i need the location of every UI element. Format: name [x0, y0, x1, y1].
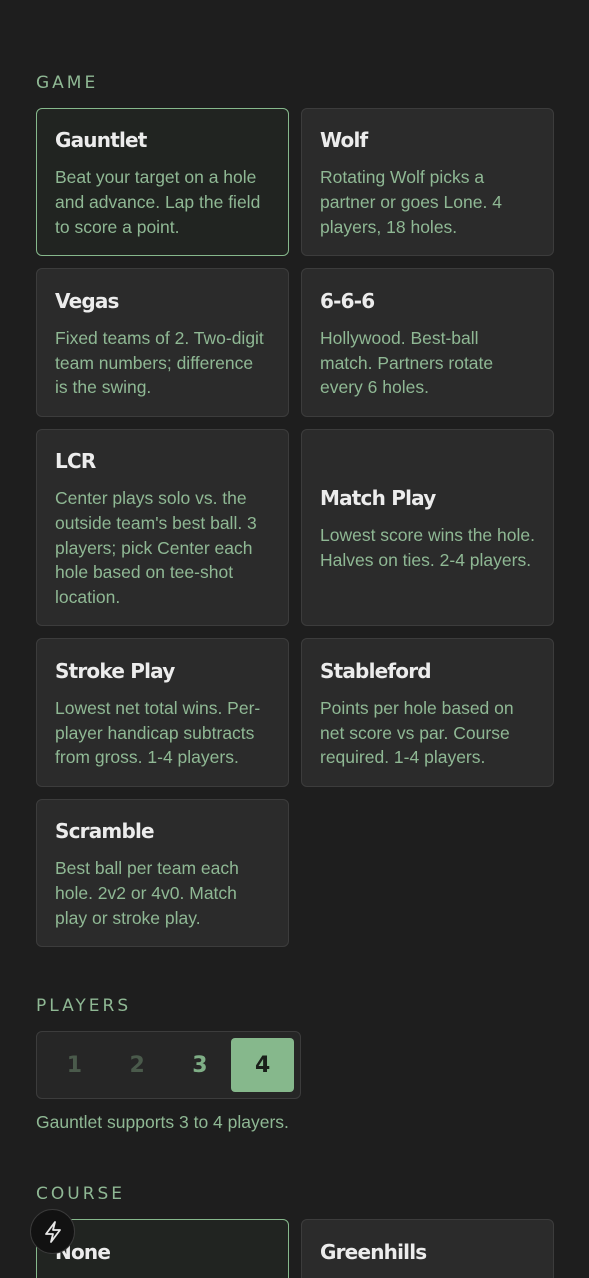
game-grid: Gauntlet Beat your target on a hole and … — [36, 108, 554, 947]
page: GAME Gauntlet Beat your target on a hole… — [0, 0, 589, 1278]
course-card-greenhills[interactable]: Greenhills — [301, 1219, 554, 1278]
game-card-lcr[interactable]: LCR Center plays solo vs. the outside te… — [36, 429, 289, 626]
game-card-title: Scramble — [55, 819, 155, 844]
player-count-option-2[interactable]: 2 — [106, 1038, 169, 1092]
game-card-6-6-6[interactable]: 6-6-6 Hollywood. Best-ball match. Partne… — [301, 268, 554, 417]
course-card-title: None — [55, 1240, 111, 1264]
game-card-stroke-play[interactable]: Stroke Play Lowest net total wins. Per-p… — [36, 638, 289, 787]
game-card-description: Hollywood. Best-ball match. Partners rot… — [320, 327, 494, 398]
player-count-selector: 1 2 3 4 — [36, 1031, 301, 1099]
quick-action-button[interactable] — [30, 1209, 75, 1254]
game-card-match-play[interactable]: Match Play Lowest score wins the hole. H… — [301, 429, 554, 626]
game-card-vegas[interactable]: Vegas Fixed teams of 2. Two-digit team n… — [36, 268, 289, 417]
course-card-title: Greenhills — [320, 1240, 427, 1264]
game-card-title: Gauntlet — [55, 128, 147, 153]
game-card-title: Vegas — [55, 288, 119, 313]
game-card-wolf[interactable]: Wolf Rotating Wolf picks a partner or go… — [301, 108, 554, 256]
player-count-option-4[interactable]: 4 — [231, 1038, 294, 1092]
game-card-title: 6-6-6 — [320, 288, 375, 313]
game-card-description: Beat your target on a hole and advance. … — [55, 167, 261, 237]
player-count-option-1[interactable]: 1 — [43, 1038, 106, 1092]
players-support-note: Gauntlet supports 3 to 4 players. — [36, 1112, 289, 1132]
game-card-description: Rotating Wolf picks a partner or goes Lo… — [320, 167, 502, 237]
game-card-scramble[interactable]: Scramble Best ball per team each hole. 2… — [36, 799, 289, 947]
game-section-label: GAME — [36, 73, 99, 93]
game-card-title: Wolf — [320, 128, 368, 153]
game-card-description: Lowest net total wins. Per-player handic… — [55, 697, 261, 768]
game-card-title: Match Play — [320, 486, 436, 511]
game-card-description: Best ball per team each hole. 2v2 or 4v0… — [55, 858, 239, 928]
game-card-description: Points per hole based on net score vs pa… — [320, 697, 514, 768]
game-card-gauntlet[interactable]: Gauntlet Beat your target on a hole and … — [36, 108, 289, 256]
game-card-description: Center plays solo vs. the outside team's… — [55, 488, 257, 608]
game-card-stableford[interactable]: Stableford Points per hole based on net … — [301, 638, 554, 787]
players-section-label: PLAYERS — [36, 996, 132, 1016]
game-card-description: Fixed teams of 2. Two-digit team numbers… — [55, 327, 264, 398]
game-card-description: Lowest score wins the hole. Halves on ti… — [320, 525, 535, 570]
course-section-label: COURSE — [36, 1184, 126, 1204]
player-count-option-3[interactable]: 3 — [169, 1038, 232, 1092]
game-card-title: Stroke Play — [55, 658, 175, 683]
lightning-icon — [42, 1220, 64, 1244]
game-card-title: LCR — [55, 449, 96, 474]
game-card-title: Stableford — [320, 658, 432, 683]
course-grid: None Greenhills — [36, 1219, 554, 1278]
